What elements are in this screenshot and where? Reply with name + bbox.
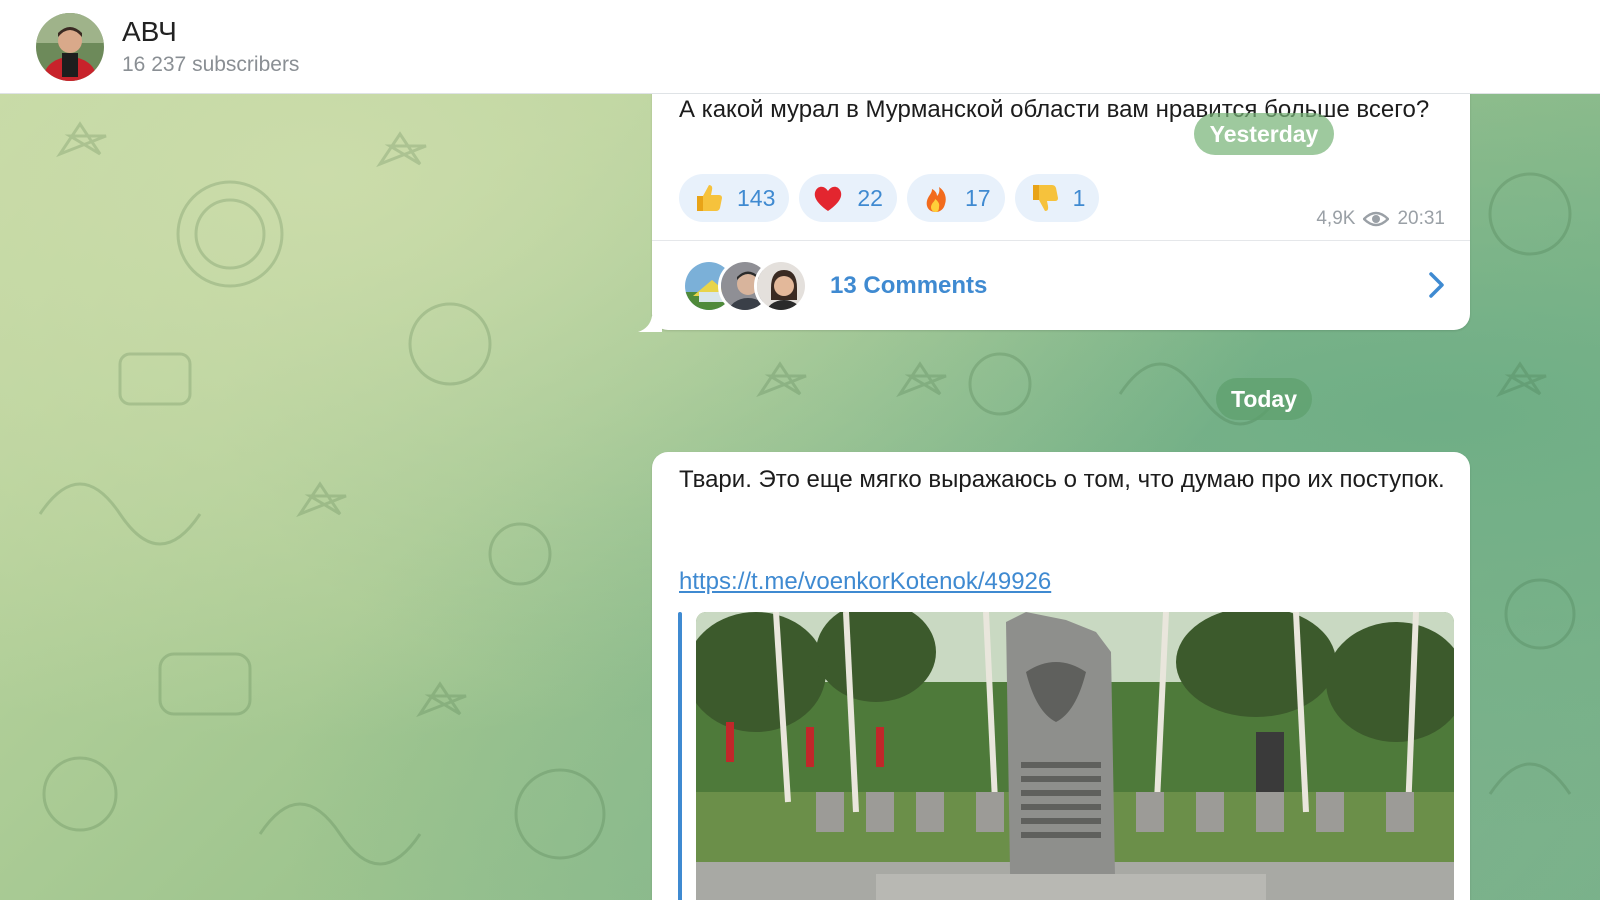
reaction-count: 143 — [737, 184, 776, 211]
eye-icon — [1363, 211, 1390, 227]
message-meta: 4,9K 20:31 — [1316, 208, 1445, 230]
channel-info: АВЧ 16 237 subscribers — [122, 15, 299, 79]
memorial-photo — [696, 612, 1454, 900]
reaction-fire[interactable]: 17 — [906, 174, 1005, 222]
heart-icon — [815, 186, 842, 211]
bubble-tail-shape — [638, 316, 662, 332]
commenter-avatar — [754, 258, 808, 313]
chevron-right-icon[interactable] — [1426, 271, 1446, 299]
reaction-heart[interactable]: 22 — [799, 174, 897, 222]
commenter-avatar-image — [757, 261, 805, 310]
message-bubble[interactable]: Твари. Это еще мягко выражаюсь о том, чт… — [652, 452, 1470, 900]
message-time: 20:31 — [1397, 208, 1445, 229]
reaction-thumbs-up[interactable]: 143 — [679, 174, 790, 222]
channel-avatar[interactable] — [36, 12, 104, 81]
message-link[interactable]: https://t.me/voenkorKotenok/49926 — [679, 564, 1051, 600]
link-preview-accent-bar — [678, 612, 682, 900]
subscriber-count: 16 237 subscribers — [122, 52, 300, 76]
reaction-count: 17 — [964, 184, 991, 211]
link-preview-image[interactable] — [696, 612, 1454, 900]
view-count: 4,9K — [1316, 208, 1356, 229]
message-text: Твари. Это еще мягко выражаюсь о том, чт… — [679, 466, 1445, 493]
channel-header[interactable]: АВЧ 16 237 subscribers — [0, 0, 1600, 94]
reaction-count: 22 — [857, 184, 883, 211]
thumbs-down-icon — [1032, 185, 1058, 211]
thumbs-up-icon — [697, 185, 722, 211]
channel-avatar-image — [36, 12, 104, 81]
channel-name: АВЧ — [122, 15, 177, 47]
comments-count-label: 13 Comments — [830, 271, 988, 299]
comments-link[interactable]: 13 Comments — [652, 241, 1470, 330]
date-separator-yesterday: Yesterday — [1194, 113, 1334, 155]
fire-icon — [926, 187, 946, 212]
date-separator-today: Today — [1216, 378, 1312, 420]
bubble-tail — [638, 316, 662, 332]
message-bubble[interactable]: А какой мурал в Мурманской области вам н… — [652, 80, 1470, 330]
reaction-count: 1 — [1072, 184, 1086, 211]
reactions-bar: 143 22 17 1 — [679, 174, 1100, 222]
reaction-thumbs-down[interactable]: 1 — [1014, 174, 1100, 222]
